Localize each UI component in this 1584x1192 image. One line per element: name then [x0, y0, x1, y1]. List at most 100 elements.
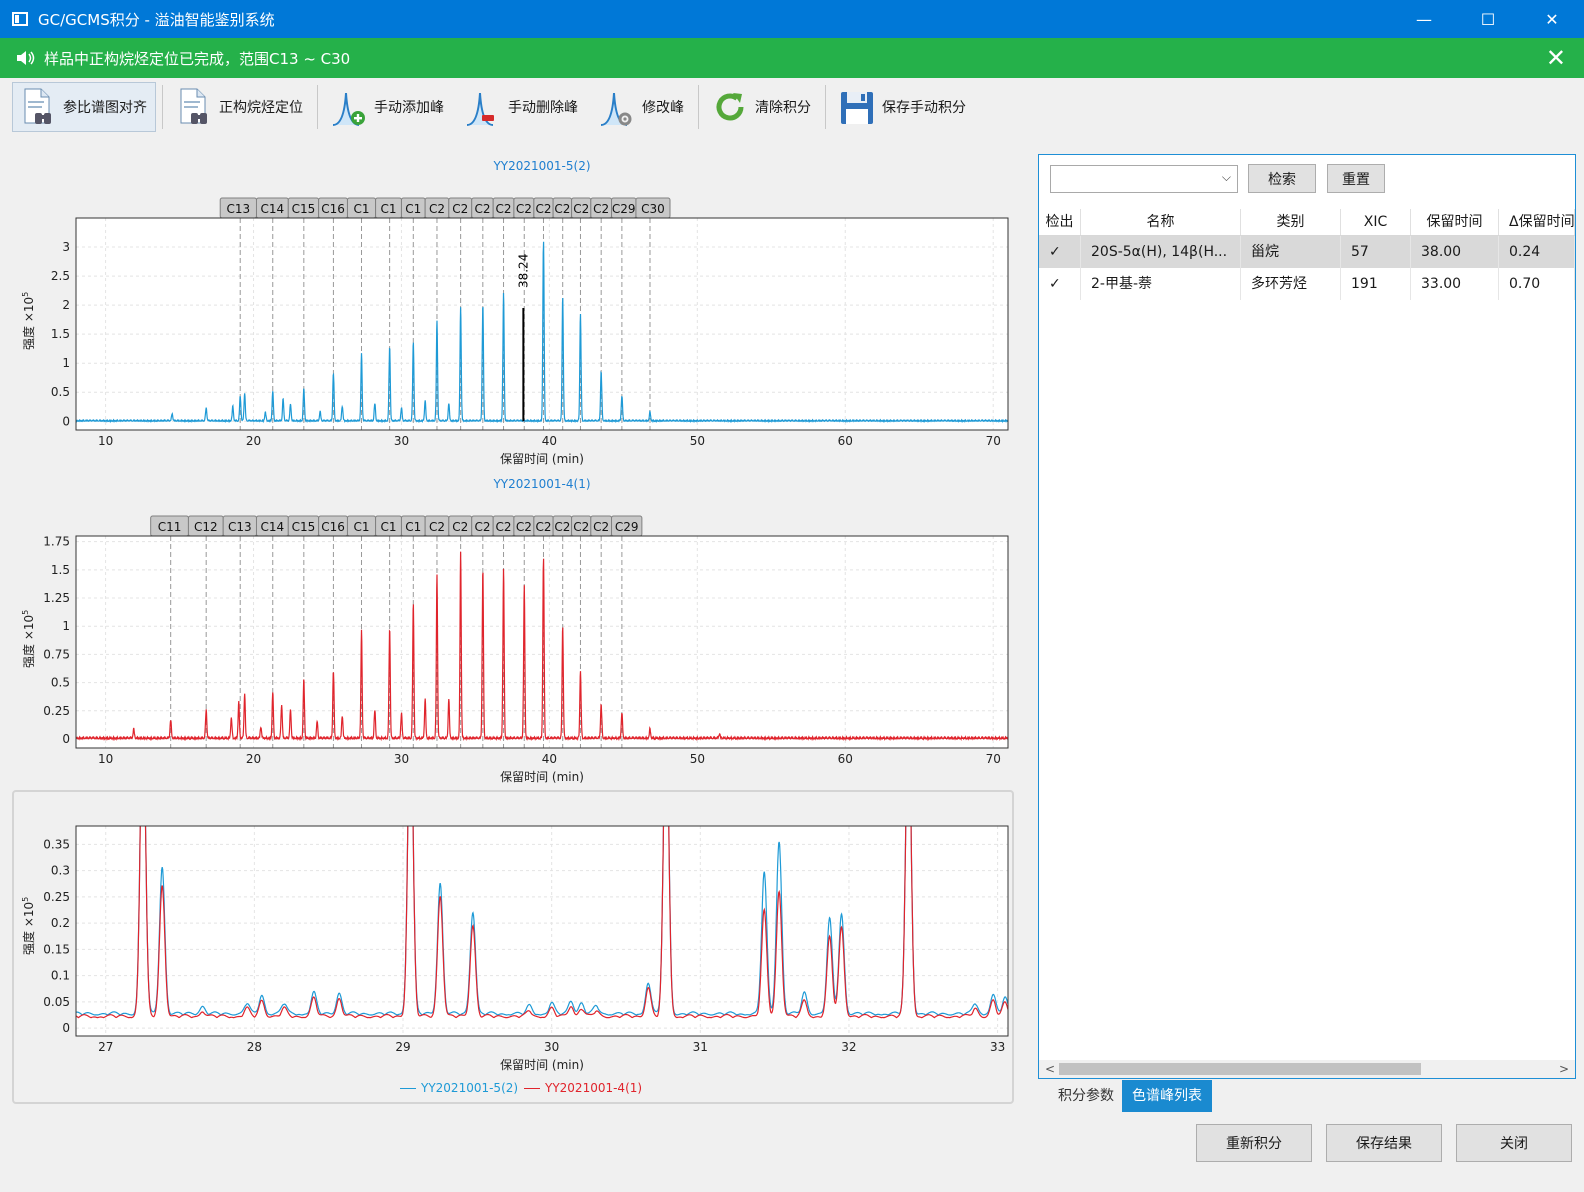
x-tick-label: 60 — [838, 434, 853, 448]
chart2-x-axis-title: 保留时间 (min) — [500, 770, 584, 784]
close-window-button[interactable]: ✕ — [1520, 0, 1584, 38]
align-reference-label: 参比谱图对齐 — [63, 100, 147, 116]
flag-label: C2 — [554, 520, 570, 534]
save-result-button[interactable]: 保存结果 — [1326, 1124, 1442, 1162]
flag-label: C2 — [429, 520, 445, 534]
flag-label: C12 — [194, 520, 218, 534]
scroll-thumb[interactable] — [1059, 1063, 1421, 1075]
y-tick-label: 1.5 — [51, 327, 70, 341]
plot-area — [76, 826, 1008, 1036]
chart3-plot[interactable]: 27 28 29 30 31 32 33 0 0.05 0.1 0.15 0.2 0.25 0.3 0.35 — [0, 820, 1020, 1060]
alkane-flag: C1 — [346, 515, 377, 537]
legend-item-blue[interactable]: YY2021001-5(2) — [400, 1081, 518, 1095]
refresh-green-icon — [711, 87, 749, 127]
alkane-flag: C2 — [533, 197, 554, 219]
peak-list-panel: ⌵ 检索 重置 检出 名称 类别 XIC 保留时间 Δ保留时间 ✓ 20S-5α… — [1038, 154, 1576, 1079]
y-tick-label: 0.5 — [51, 676, 70, 690]
scroll-right-icon[interactable]: > — [1559, 1060, 1569, 1078]
y-tick-label: 0.25 — [43, 890, 70, 904]
edit-peak-button[interactable]: 修改峰 — [592, 82, 692, 132]
table-row[interactable]: ✓ 2-甲基-萘 多环芳烃 191 33.00 0.70 — [1039, 268, 1575, 300]
flag-label: C1 — [381, 520, 397, 534]
alkane-flag: C1 — [375, 197, 402, 219]
save-manual-integration-button[interactable]: 保存手动积分 — [832, 82, 974, 132]
reset-button[interactable]: 重置 — [1327, 164, 1385, 193]
filter-combobox[interactable]: ⌵ — [1050, 165, 1238, 193]
x-tick-label: 20 — [246, 752, 261, 766]
drt-cell: 0.24 — [1499, 236, 1575, 268]
flag-label: C16 — [321, 202, 345, 216]
flag-label: C2 — [593, 202, 609, 216]
clear-integration-button[interactable]: 清除积分 — [705, 82, 819, 132]
tab-peak-list[interactable]: 色谱峰列表 — [1122, 1080, 1212, 1112]
notification-message: 样品中正构烷烃定位已完成，范围C13 ~ C30 — [44, 49, 351, 68]
align-reference-button[interactable]: 参比谱图对齐 — [12, 82, 156, 132]
column-header[interactable]: 保留时间 — [1411, 209, 1499, 235]
y-tick-label: 1.75 — [43, 535, 70, 549]
scroll-left-icon[interactable]: < — [1045, 1060, 1055, 1078]
remove-peak-label: 手动删除峰 — [508, 100, 578, 116]
tab-integration-params[interactable]: 积分参数 — [1050, 1080, 1122, 1112]
alkane-flag: C16 — [318, 515, 348, 537]
maximize-button[interactable]: ☐ — [1456, 0, 1520, 38]
alkane-flag: C1 — [375, 515, 402, 537]
peak-marker-label: 38.24 — [516, 254, 530, 288]
chart2-y-axis-title: 强度 ×105 — [21, 609, 36, 668]
table-row[interactable]: ✓ 20S-5α(H), 14β(H... 甾烷 57 38.00 0.24 — [1039, 236, 1575, 268]
x-tick-label: 33 — [990, 1040, 1005, 1054]
legend-label: YY2021001-5(2) — [421, 1081, 519, 1095]
y-tick-label: 3 — [62, 240, 70, 254]
x-tick-label: 30 — [394, 434, 409, 448]
x-tick-label: 31 — [693, 1040, 708, 1054]
alkane-flag: C13 — [219, 197, 257, 219]
column-header[interactable]: 名称 — [1081, 209, 1241, 235]
x-tick-label: 10 — [98, 434, 113, 448]
column-header[interactable]: 类别 — [1241, 209, 1341, 235]
remove-peak-button[interactable]: 手动删除峰 — [458, 82, 586, 132]
search-button[interactable]: 检索 — [1248, 164, 1316, 193]
detected-cell: ✓ — [1039, 236, 1081, 268]
table-header: 检出 名称 类别 XIC 保留时间 Δ保留时间 — [1039, 209, 1575, 236]
legend-label: YY2021001-4(1) — [545, 1081, 643, 1095]
flag-label: C2 — [593, 520, 609, 534]
x-tick-label: 32 — [841, 1040, 856, 1054]
locate-alkanes-button[interactable]: 正构烷烃定位 — [169, 82, 311, 132]
flag-label: C13 — [227, 202, 251, 216]
add-peak-button[interactable]: 手动添加峰 — [324, 82, 452, 132]
close-button[interactable]: 关闭 — [1456, 1124, 1572, 1162]
column-header[interactable]: 检出 — [1039, 209, 1081, 235]
chevron-down-icon: ⌵ — [1221, 170, 1231, 184]
chart1-plot[interactable]: 10 20 30 40 50 60 70 0 0.5 1 1.5 2 2.5 3 C13 C14 C15 C16 C… — [0, 186, 1020, 460]
alkane-flag: C15 — [287, 197, 320, 219]
close-notification-button[interactable]: ✕ — [1546, 44, 1566, 72]
column-header[interactable]: Δ保留时间 — [1499, 209, 1575, 235]
alkane-flag: C2 — [471, 515, 494, 537]
alkane-flag: C2 — [492, 197, 515, 219]
minimize-button[interactable]: — — [1392, 0, 1456, 38]
chart1-y-axis-title: 强度 ×105 — [21, 291, 36, 350]
alkane-flag: C2 — [533, 515, 554, 537]
flag-label: C14 — [261, 202, 285, 216]
chart3-x-axis-title: 保留时间 (min) — [500, 1058, 584, 1072]
flag-label: C1 — [381, 202, 397, 216]
flag-label: C13 — [228, 520, 252, 534]
flag-label: C2 — [573, 520, 589, 534]
panel-tabs: 积分参数 色谱峰列表 — [1050, 1080, 1212, 1112]
legend-swatch — [524, 1087, 540, 1089]
alkane-flag: C29 — [611, 515, 643, 537]
legend-item-red[interactable]: YY2021001-4(1) — [524, 1081, 642, 1095]
y-tick-label: 0.25 — [43, 704, 70, 718]
alkane-flag: C2 — [552, 515, 573, 537]
alkane-flag: C16 — [318, 197, 348, 219]
flag-label: C2 — [554, 202, 570, 216]
reintegrate-button[interactable]: 重新积分 — [1196, 1124, 1312, 1162]
notification-bar: 样品中正构烷烃定位已完成，范围C13 ~ C30 ✕ — [0, 38, 1584, 78]
floppy-save-icon — [838, 87, 876, 127]
y-tick-label: 1 — [62, 619, 70, 633]
chart2-plot[interactable]: 10 20 30 40 50 60 70 0 0.25 0.5 0.75 1 1.25 1.5 1.75 C1… — [0, 504, 1020, 778]
column-header[interactable]: XIC — [1341, 209, 1411, 235]
flag-label: C15 — [292, 202, 316, 216]
alkane-flag: C2 — [492, 515, 515, 537]
horizontal-scrollbar[interactable]: < > — [1039, 1060, 1575, 1078]
chart1-x-axis-title: 保留时间 (min) — [500, 452, 584, 466]
